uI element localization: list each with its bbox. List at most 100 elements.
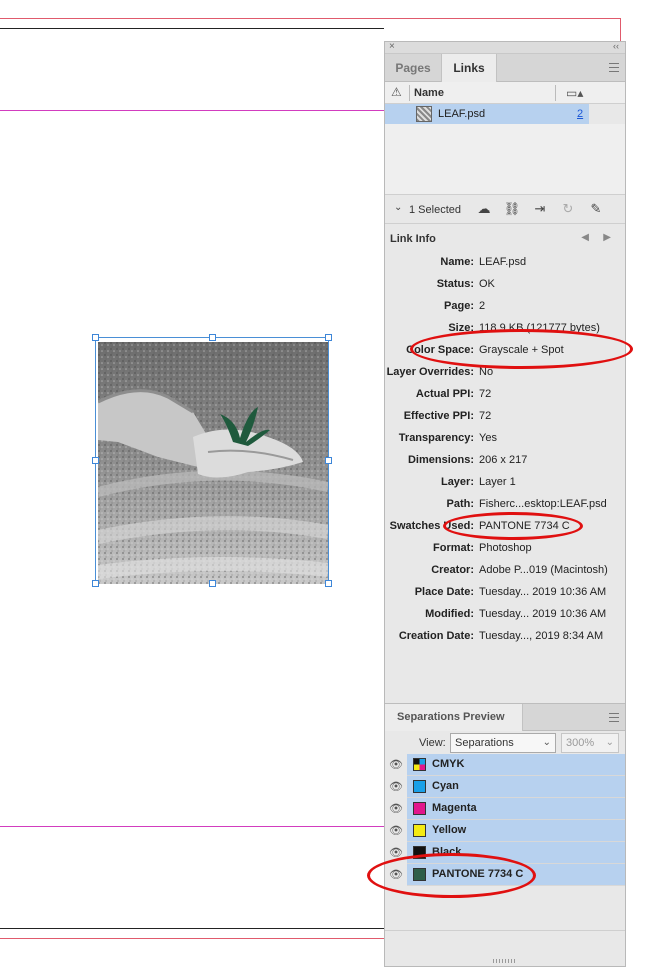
link-info-label: Dimensions: [407, 454, 474, 466]
separation-label: Magenta [432, 802, 477, 814]
placed-image-leaf[interactable] [98, 342, 328, 584]
separation-row[interactable]: 👁 Magenta [385, 798, 625, 820]
grayscale-photo-hands-soil [98, 342, 328, 584]
links-toolbar: ⌄ 1 Selected ☁ ⛓ ⇥ ↻ ✎ [385, 194, 625, 224]
link-info-value: LEAF.psd [479, 256, 527, 268]
tab-links[interactable]: Links [441, 54, 497, 82]
link-info-row: Modified: Tuesday... 2019 10:36 AM [385, 604, 625, 626]
link-info-value: 2 [479, 300, 486, 312]
resize-handle-ne[interactable] [325, 334, 332, 341]
tab-separations-preview[interactable]: Separations Preview [385, 704, 523, 731]
link-info-row: Transparency: Yes [385, 428, 625, 450]
highlight-oval-pantone [367, 853, 536, 898]
link-info-row: Creator: Adobe P...019 (Macintosh) [385, 560, 625, 582]
selection-count: 1 Selected [409, 204, 461, 216]
separation-row[interactable]: 👁 CMYK [385, 754, 625, 776]
separations-view-row: View: Separations ⌄ 300% ⌄ [385, 731, 625, 755]
separation-item[interactable]: Cyan [407, 776, 625, 797]
bleed-guide-top [0, 18, 621, 19]
name-column-header[interactable]: Name [414, 87, 444, 99]
link-info-row: Creation Date: Tuesday..., 2019 8:34 AM [385, 626, 625, 648]
panel-topbar: × ‹‹ [385, 41, 625, 54]
tab-pages[interactable]: Pages [385, 54, 441, 82]
link-info-row: Status: OK [385, 274, 625, 296]
link-info-label: Path: [446, 498, 475, 510]
margin-guide-bottom [0, 826, 384, 827]
separation-item[interactable]: CMYK [407, 754, 625, 775]
color-swatch-icon [413, 824, 426, 837]
link-info-list: Name: LEAF.psd Status: OK Page: 2 Size: 118.9 K… [385, 252, 625, 648]
resize-handle-n[interactable] [209, 334, 216, 341]
resize-grip-icon[interactable] [493, 959, 517, 963]
resize-handle-nw[interactable] [92, 334, 99, 341]
edit-original-icon[interactable]: ✎ [587, 201, 605, 217]
link-info-value: Tuesday..., 2019 8:34 AM [479, 630, 604, 642]
link-info-label: Modified: [425, 608, 474, 620]
zoom-value: 300% [566, 737, 595, 749]
link-info-value: Fisherc...esktop:LEAF.psd [479, 498, 607, 510]
bleed-guide-bottom [0, 938, 384, 939]
go-to-link-icon[interactable]: ⇥ [531, 201, 549, 217]
link-info-row: Effective PPI: 72 [385, 406, 625, 428]
image-frame[interactable] [92, 334, 332, 587]
link-info-label: Creator: [431, 564, 474, 576]
link-page-number[interactable]: 2 [577, 108, 583, 120]
cc-library-icon[interactable]: ☁ [475, 201, 493, 217]
panel-bottom-bar [385, 930, 625, 966]
column-divider [409, 85, 410, 101]
link-filename: LEAF.psd [438, 108, 486, 120]
link-info-value: Layer 1 [479, 476, 516, 488]
resize-handle-w[interactable] [92, 457, 99, 464]
cmyk-icon [413, 758, 426, 771]
color-swatch-icon [413, 780, 426, 793]
chevron-down-icon: ⌄ [605, 737, 614, 748]
separation-row[interactable]: 👁 Cyan [385, 776, 625, 798]
eye-visibility-icon[interactable]: 👁 [385, 798, 407, 820]
link-info-label: Status: [436, 278, 474, 290]
separation-item[interactable]: Yellow [407, 820, 625, 841]
next-link-icon[interactable]: ▶ [603, 232, 611, 243]
column-divider [555, 85, 556, 101]
link-row-leaf[interactable]: LEAF.psd 2 [385, 104, 589, 124]
link-info-value: 72 [479, 410, 492, 422]
resize-handle-sw[interactable] [92, 580, 99, 587]
link-info-value: Yes [479, 432, 497, 444]
link-thumbnail-icon [416, 106, 432, 122]
panel-menu-icon[interactable] [609, 63, 619, 72]
eye-visibility-icon[interactable]: 👁 [385, 754, 407, 776]
separation-row[interactable]: 👁 Yellow [385, 820, 625, 842]
link-info-row: Dimensions: 206 x 217 [385, 450, 625, 472]
separations-menu-icon[interactable] [609, 713, 619, 722]
separation-label: Yellow [432, 824, 467, 836]
close-panel-icon[interactable]: × [389, 41, 395, 52]
page-column-sort-icon[interactable]: ▭▴ [566, 86, 583, 100]
page-edge-bottom [0, 928, 384, 929]
eye-visibility-icon[interactable]: 👁 [385, 776, 407, 798]
chevron-down-icon[interactable]: ⌄ [394, 202, 402, 213]
update-link-icon[interactable]: ↻ [559, 201, 577, 217]
view-label: View: [419, 737, 446, 749]
link-info-value: Tuesday... 2019 10:36 AM [479, 608, 607, 620]
eye-visibility-icon[interactable]: 👁 [385, 820, 407, 842]
resize-handle-se[interactable] [325, 580, 332, 587]
link-info-value: OK [479, 278, 495, 290]
link-info-value: Adobe P...019 (Macintosh) [479, 564, 608, 576]
zoom-select[interactable]: 300% ⌄ [561, 733, 619, 753]
link-info-label: Format: [433, 542, 474, 554]
relink-icon[interactable]: ⛓ [503, 201, 521, 217]
previous-link-icon[interactable]: ◀ [581, 232, 589, 243]
view-mode-select[interactable]: Separations ⌄ [450, 733, 556, 753]
link-info-row: Format: Photoshop [385, 538, 625, 560]
link-info-label: Layer Overrides: [386, 366, 474, 378]
resize-handle-e[interactable] [325, 457, 332, 464]
link-info-label: Page: [444, 300, 474, 312]
links-column-header: ⚠ Name ▭▴ [385, 82, 625, 104]
collapse-panel-icon[interactable]: ‹‹ [613, 41, 619, 51]
warning-status-icon[interactable]: ⚠ [391, 85, 402, 99]
separation-item[interactable]: Magenta [407, 798, 625, 819]
link-info-row: Layer: Layer 1 [385, 472, 625, 494]
link-info-label: Creation Date: [398, 630, 474, 642]
link-info-title: Link Info [390, 233, 436, 245]
link-info-value: Photoshop [479, 542, 532, 554]
resize-handle-s[interactable] [209, 580, 216, 587]
